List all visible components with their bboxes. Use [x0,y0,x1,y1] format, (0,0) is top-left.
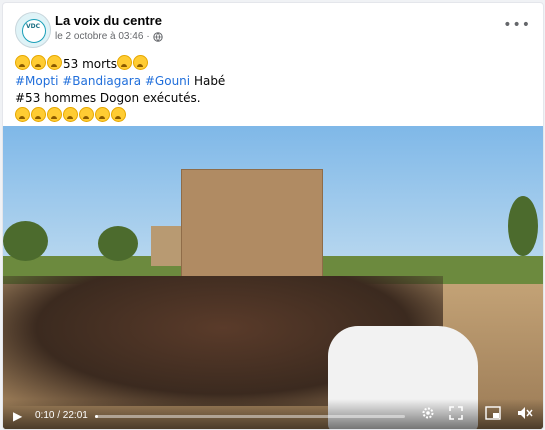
video-tree [98,226,138,261]
crying-emoji-icon [47,107,62,122]
crying-emoji-icon [95,107,110,122]
post-line-4 [15,107,525,125]
hashtag-link[interactable]: #Mopti [15,74,58,88]
more-options-icon[interactable]: ••• [503,17,531,33]
post-text: 53 morts #Mopti #Bandiagara #Gouni Habé … [15,55,525,125]
video-tree [3,221,48,261]
crying-emoji-icon [133,55,149,70]
post-line-3: #53 hommes Dogon exécutés. [15,91,201,105]
line1-text: 53 morts [63,57,118,71]
video-player[interactable]: ▶ 0:10 / 22:01 [3,126,543,429]
volume-icon[interactable] [517,406,533,420]
crying-emoji-icon [15,107,30,122]
post-line-1: 53 morts [15,55,525,73]
crying-emoji-icon [79,107,94,122]
dot-separator: · [146,31,150,42]
page-name[interactable]: La voix du centre [55,13,162,28]
video-progress-fill [95,415,99,418]
hashtag-link[interactable]: #Gouni [145,74,190,88]
post-date[interactable]: le 2 octobre à 03:46 [55,31,143,42]
video-wall [151,226,185,266]
video-controls: ▶ 0:10 / 22:01 [3,399,543,429]
post-meta: le 2 octobre à 03:46 · [55,31,163,42]
line2-tail: Habé [190,74,226,88]
gear-icon[interactable] [421,406,435,420]
video-mud-house [181,169,323,283]
video-progress-bar[interactable] [95,415,405,418]
crying-emoji-icon [31,107,46,122]
page-avatar[interactable]: VDC [15,12,51,48]
play-icon[interactable]: ▶ [13,409,22,423]
avatar-text: VDC [25,23,41,30]
crying-emoji-icon [117,55,133,70]
picture-in-picture-icon[interactable] [485,406,501,420]
video-time: 0:10 / 22:01 [35,410,88,421]
crying-emoji-icon [31,55,46,70]
hashtag-link[interactable]: #Bandiagara [62,74,141,88]
crying-emoji-icon [63,107,78,122]
crying-emoji-icon [15,55,30,70]
crying-emoji-icon [47,55,62,70]
post-card: VDC La voix du centre le 2 octobre à 03:… [2,2,544,430]
crying-emoji-icon [111,107,126,122]
post-line-2: #Mopti #Bandiagara #Gouni Habé [15,73,525,90]
globe-icon [153,31,163,42]
video-tree [508,196,538,256]
fullscreen-icon[interactable] [449,406,463,420]
